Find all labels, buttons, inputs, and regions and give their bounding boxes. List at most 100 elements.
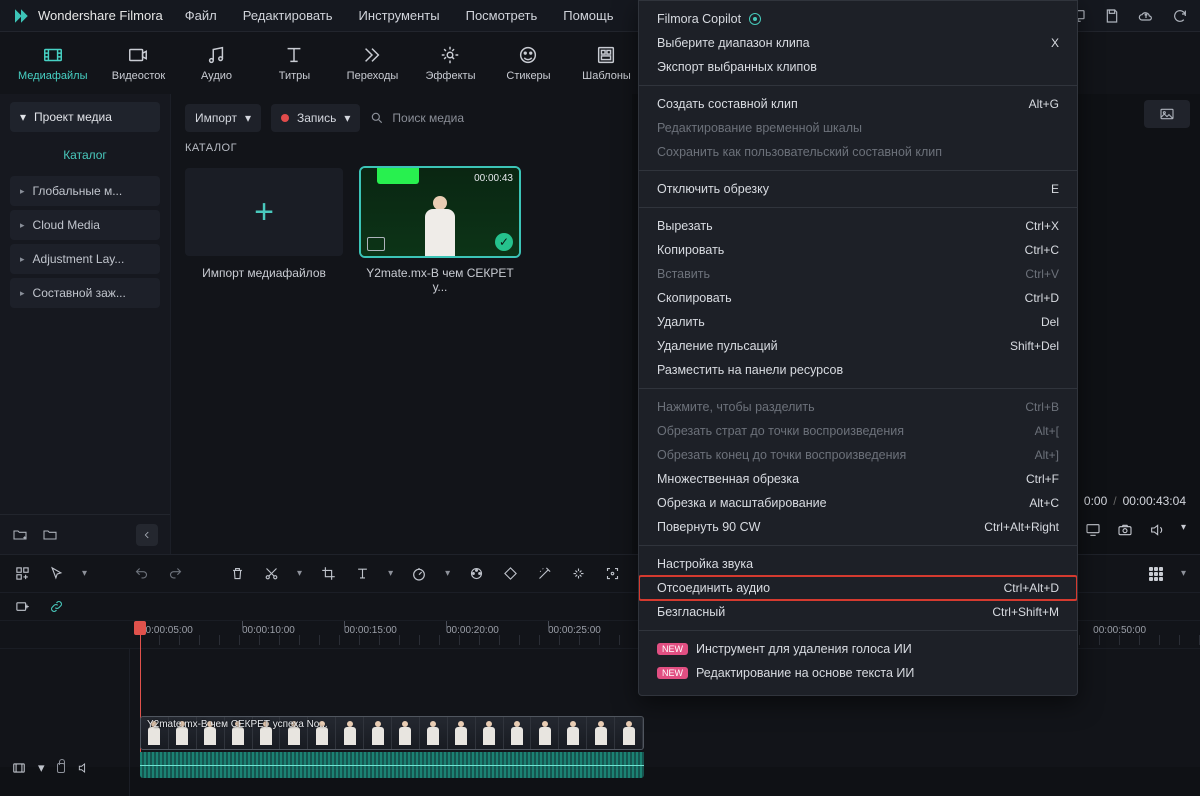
- chevron-down-icon[interactable]: ▾: [445, 568, 450, 579]
- ctx-item[interactable]: ВырезатьCtrl+X: [639, 214, 1077, 238]
- sidebar-item-label: Составной заж...: [33, 286, 126, 300]
- media-clip-tile[interactable]: 00:00:43 ✓ Y2mate.mx-В чем СЕКРЕТ у...: [361, 168, 519, 294]
- ctx-item[interactable]: Настройка звука: [639, 552, 1077, 576]
- chevron-down-icon[interactable]: ▾: [1181, 568, 1186, 579]
- keyframe-icon[interactable]: [502, 566, 518, 582]
- menu-посмотреть[interactable]: Посмотреть: [466, 8, 538, 23]
- color-icon[interactable]: [468, 566, 484, 582]
- ctx-item[interactable]: УдалитьDel: [639, 310, 1077, 334]
- ctx-label: Выберите диапазон клипа: [657, 36, 810, 50]
- preview-thumb-button[interactable]: [1144, 100, 1190, 128]
- add-track-icon[interactable]: [14, 599, 30, 615]
- camera-icon[interactable]: [1117, 522, 1133, 538]
- tab-icon: [283, 44, 305, 66]
- menu-редактировать[interactable]: Редактировать: [243, 8, 333, 23]
- ctx-item[interactable]: Разместить на панели ресурсов: [639, 358, 1077, 382]
- collapse-sidebar-button[interactable]: [136, 524, 158, 546]
- film-icon: [367, 237, 385, 251]
- sidebar-catalog-link[interactable]: Каталог: [0, 138, 170, 172]
- tab-icon: [517, 44, 539, 66]
- new-badge: NEW: [657, 667, 688, 679]
- ctx-item[interactable]: Экспорт выбранных клипов: [639, 55, 1077, 79]
- search-input[interactable]: Поиск медиа: [370, 111, 464, 125]
- tab-0[interactable]: Медиафайлы: [18, 44, 87, 82]
- sidebar: ▾ Проект медиа Каталог ▸Глобальные м... ▸…: [0, 94, 170, 554]
- media-toolbar: Импорт ▾ Запись ▾ Поиск медиа: [171, 94, 632, 142]
- cloud-upload-icon[interactable]: [1138, 8, 1154, 24]
- record-icon: [281, 114, 289, 122]
- filmora-icon: [12, 7, 30, 25]
- pointer-icon[interactable]: [48, 566, 64, 582]
- grid-view-button[interactable]: [1149, 567, 1163, 581]
- tab-6[interactable]: Стикеры: [501, 44, 555, 82]
- volume-icon[interactable]: [1149, 522, 1165, 538]
- video-track-header[interactable]: ▾: [0, 754, 129, 782]
- audio-waveform[interactable]: [140, 752, 644, 778]
- sidebar-item-label: Adjustment Lay...: [33, 252, 125, 266]
- save-icon[interactable]: [1104, 8, 1120, 24]
- record-dropdown[interactable]: Запись ▾: [271, 104, 360, 132]
- sidebar-item-1[interactable]: ▸Cloud Media: [10, 210, 160, 240]
- folder-icon[interactable]: [42, 527, 58, 543]
- ctx-item[interactable]: СкопироватьCtrl+D: [639, 286, 1077, 310]
- folder-add-icon[interactable]: [12, 527, 28, 543]
- chevron-down-icon[interactable]: ▾: [297, 568, 302, 579]
- apps-icon[interactable]: [14, 566, 30, 582]
- ctx-item[interactable]: Filmora Copilot: [639, 7, 1077, 31]
- delete-icon[interactable]: [229, 566, 245, 582]
- sidebar-item-2[interactable]: ▸Adjustment Lay...: [10, 244, 160, 274]
- sidebar-item-3[interactable]: ▸Составной заж...: [10, 278, 160, 308]
- chevron-down-icon[interactable]: ▾: [1181, 522, 1186, 538]
- ctx-item[interactable]: NEWРедактирование на основе текста ИИ: [639, 661, 1077, 685]
- ctx-item[interactable]: Обрезка и масштабированиеAlt+C: [639, 491, 1077, 515]
- ctx-item[interactable]: Повернуть 90 CWCtrl+Alt+Right: [639, 515, 1077, 539]
- link-icon[interactable]: [48, 599, 64, 615]
- refresh-icon[interactable]: [1172, 8, 1188, 24]
- redo-icon[interactable]: [167, 566, 183, 582]
- ctx-item[interactable]: Отсоединить аудиоCtrl+Alt+D: [639, 576, 1077, 600]
- ctx-label: Обрезка и масштабирование: [657, 496, 827, 510]
- crop-icon[interactable]: [320, 566, 336, 582]
- ctx-item[interactable]: Выберите диапазон клипаX: [639, 31, 1077, 55]
- ctx-shortcut: Ctrl+B: [1025, 400, 1059, 414]
- cut-icon[interactable]: [263, 566, 279, 582]
- focus-icon[interactable]: [604, 566, 620, 582]
- text-icon[interactable]: [354, 566, 370, 582]
- menu-файл[interactable]: Файл: [185, 8, 217, 23]
- import-dropdown[interactable]: Импорт ▾: [185, 104, 261, 132]
- tab-1[interactable]: Видеосток: [111, 44, 165, 82]
- display-icon[interactable]: [1085, 522, 1101, 538]
- tab-4[interactable]: Переходы: [345, 44, 399, 82]
- ruler-mark: 00:00:10:00: [242, 621, 344, 636]
- ctx-shortcut: Ctrl+F: [1026, 472, 1059, 486]
- ctx-item[interactable]: Отключить обрезкуE: [639, 177, 1077, 201]
- wand-icon[interactable]: [536, 566, 552, 582]
- tab-7[interactable]: Шаблоны: [579, 44, 633, 82]
- ctx-item[interactable]: Множественная обрезкаCtrl+F: [639, 467, 1077, 491]
- slash: /: [1113, 494, 1116, 508]
- ctx-label: Редактирование временной шкалы: [657, 121, 862, 135]
- ctx-item[interactable]: БезгласныйCtrl+Shift+M: [639, 600, 1077, 624]
- chevron-down-icon[interactable]: ▾: [82, 568, 87, 579]
- speed-icon[interactable]: [411, 566, 427, 582]
- checkmark-icon: ✓: [495, 233, 513, 251]
- video-clip[interactable]: ▸ Y2mate.mx-В чем СЕКРЕТ успеха No...: [140, 716, 644, 750]
- ctx-label: Отсоединить аудио: [657, 581, 770, 595]
- sidebar-item-0[interactable]: ▸Глобальные м...: [10, 176, 160, 206]
- lock-icon[interactable]: [57, 763, 65, 773]
- ctx-item[interactable]: NEWИнструмент для удаления голоса ИИ: [639, 637, 1077, 661]
- menu-инструменты[interactable]: Инструменты: [359, 8, 440, 23]
- ctx-item[interactable]: КопироватьCtrl+C: [639, 238, 1077, 262]
- ctx-item[interactable]: Удаление пульсацийShift+Del: [639, 334, 1077, 358]
- ctx-item[interactable]: Создать составной клипAlt+G: [639, 92, 1077, 116]
- undo-icon[interactable]: [133, 566, 149, 582]
- volume-icon[interactable]: [77, 761, 91, 775]
- chevron-down-icon[interactable]: ▾: [388, 568, 393, 579]
- menu-помощь[interactable]: Помощь: [563, 8, 613, 23]
- tab-3[interactable]: Титры: [267, 44, 321, 82]
- tab-2[interactable]: Аудио: [189, 44, 243, 82]
- import-media-tile[interactable]: + Импорт медиафайлов: [185, 168, 343, 294]
- tab-5[interactable]: Эффекты: [423, 44, 477, 82]
- sidebar-header[interactable]: ▾ Проект медиа: [10, 102, 160, 132]
- magic2-icon[interactable]: [570, 566, 586, 582]
